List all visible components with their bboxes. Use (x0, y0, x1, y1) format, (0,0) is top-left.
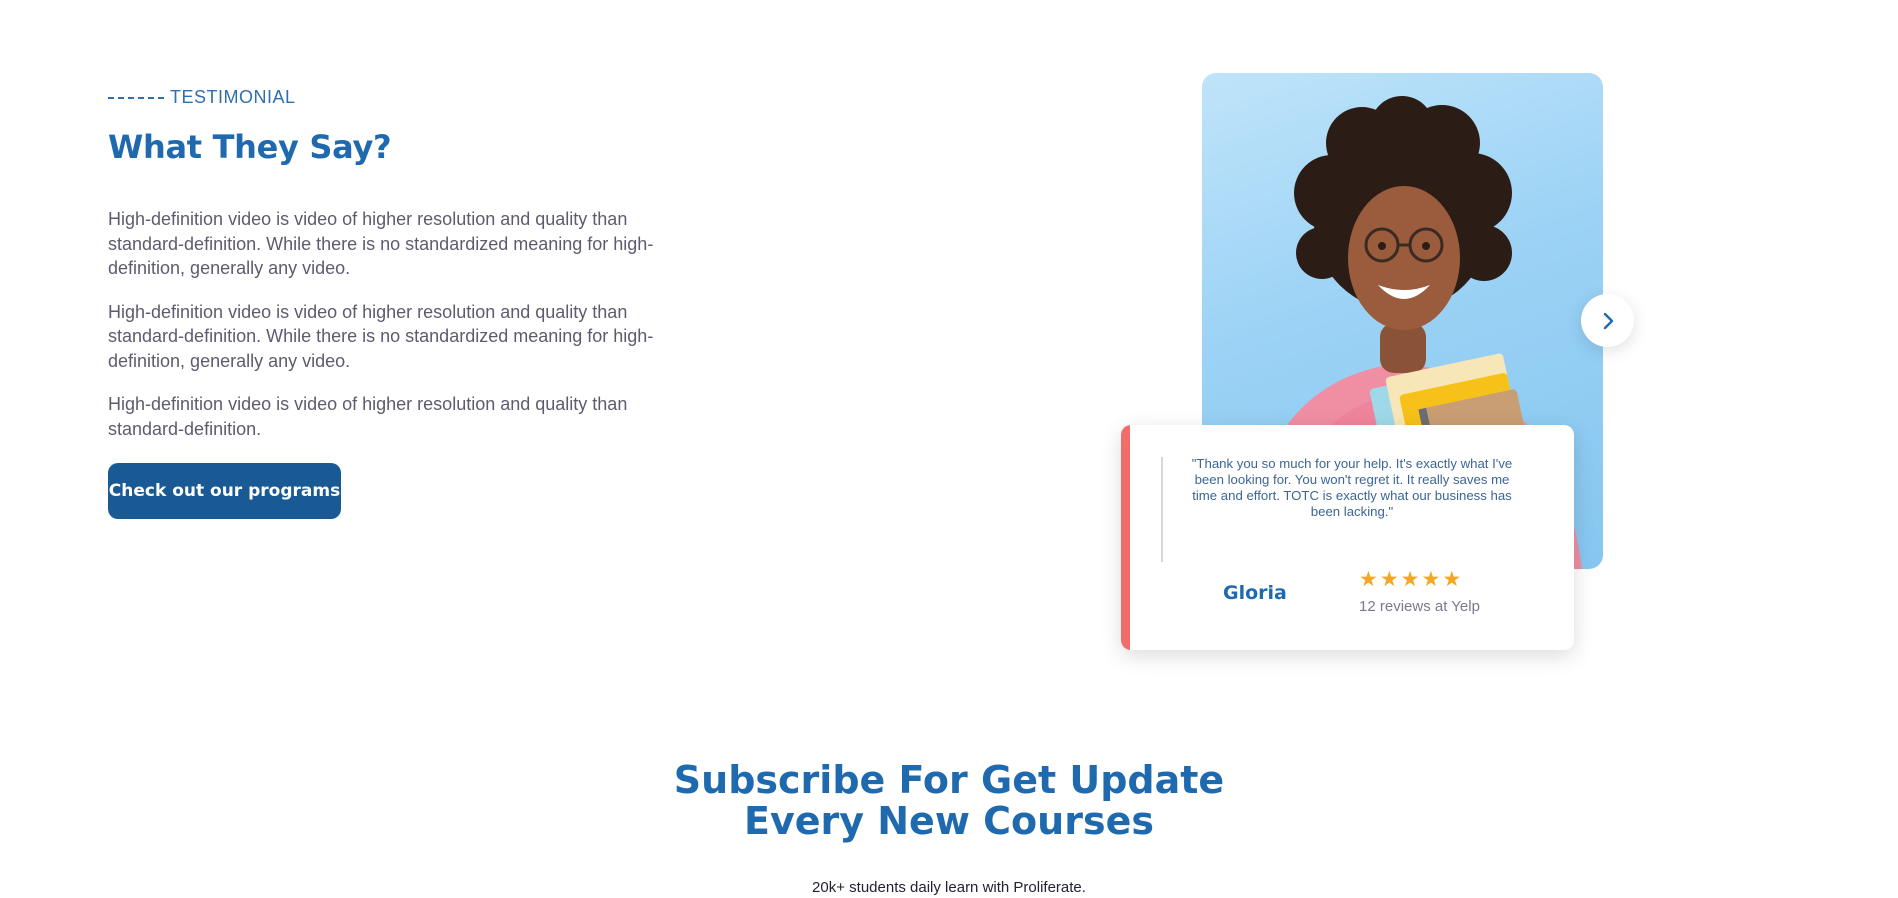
next-testimonial-button[interactable] (1581, 294, 1634, 347)
description-paragraph: High-definition video is video of higher… (108, 394, 628, 439)
chevron-right-icon (1603, 312, 1613, 329)
quote-divider (1161, 457, 1163, 562)
check-programs-button[interactable]: Check out our programs (108, 463, 341, 519)
testimonial-card: "Thank you so much for your help. It's e… (1121, 425, 1574, 650)
star-icon: ★ (1379, 568, 1399, 591)
star-icon: ★ (1359, 568, 1378, 591)
star-icon: ★ (1442, 568, 1462, 591)
star-icon: ★ (1421, 568, 1441, 591)
testimonial-quote: "Thank you so much for your help. It's e… (1191, 456, 1513, 519)
eyebrow-label: TESTIMONIAL (170, 87, 296, 107)
subscribe-title-line: Every New Courses (744, 799, 1154, 843)
section-title: What They Say? (108, 128, 392, 166)
description-paragraph: High-definition video is video of higher… (108, 209, 654, 278)
review-count: 12 reviews at Yelp (1359, 598, 1480, 615)
card-accent-bar (1121, 425, 1130, 650)
subscribe-title: Subscribe For Get Update Every New Cours… (0, 760, 1898, 842)
subscribe-title-line: Subscribe For Get Update (673, 758, 1225, 802)
eyebrow-dash (108, 96, 164, 99)
star-rating: ★ ★ ★ ★ ★ (1359, 569, 1461, 590)
description-paragraph: High-definition video is video of higher… (108, 301, 654, 371)
star-icon: ★ (1400, 568, 1420, 591)
section-eyebrow: TESTIMONIAL (108, 87, 296, 108)
testimonial-description: High-definition video is video of higher… (108, 207, 668, 460)
reviewer-name: Gloria (1223, 582, 1287, 604)
subscribe-subtitle: 20k+ students daily learn with Prolifera… (812, 879, 1086, 896)
